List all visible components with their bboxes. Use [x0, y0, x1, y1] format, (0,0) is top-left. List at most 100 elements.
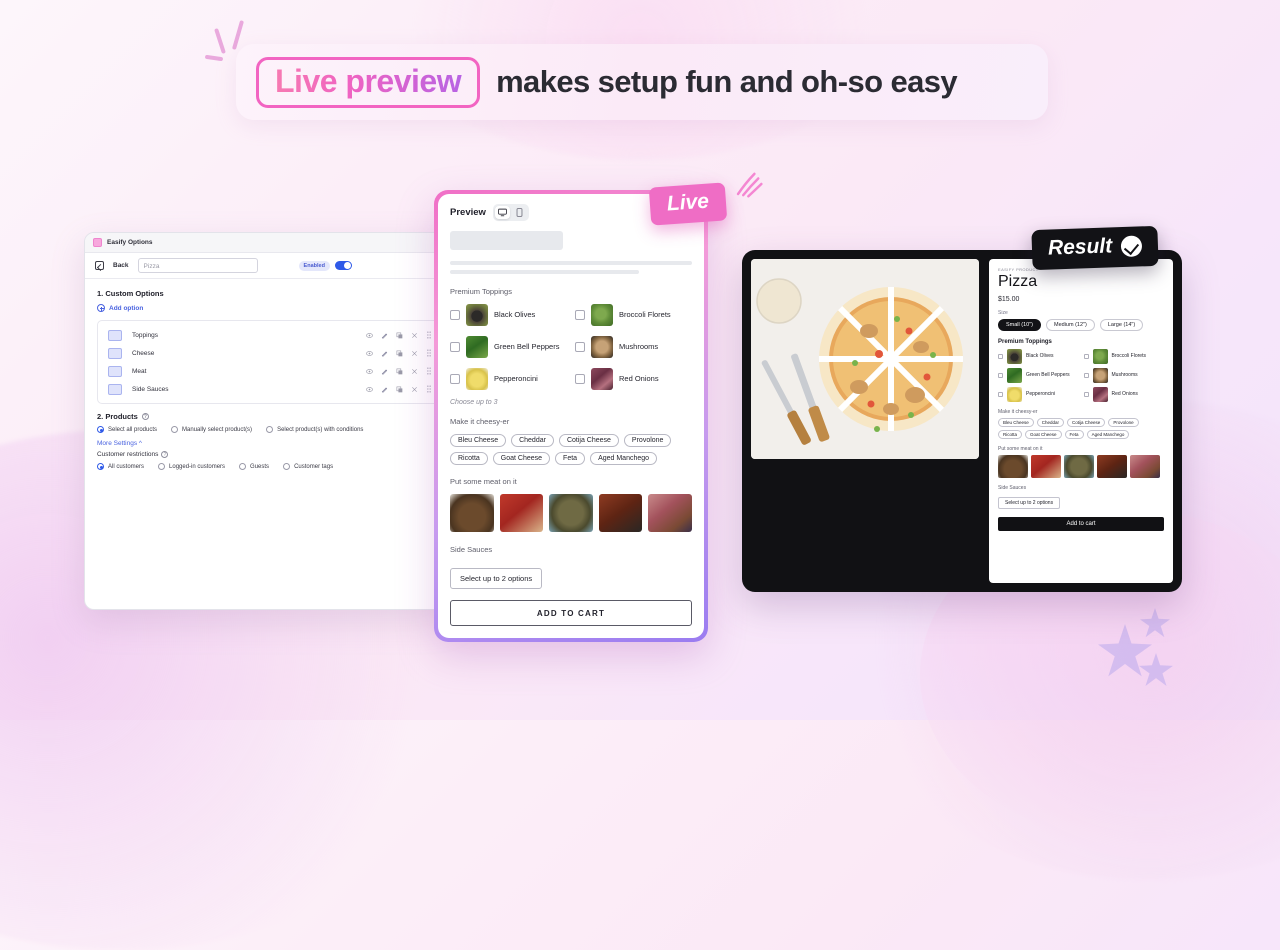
- topping-option[interactable]: Green Bell Peppers: [450, 336, 567, 358]
- meat-option[interactable]: [598, 494, 643, 532]
- result-cheese-pill[interactable]: Provolone: [1108, 417, 1139, 427]
- back-icon[interactable]: [95, 261, 104, 270]
- customer-restriction-radio[interactable]: Logged-in customers: [158, 463, 225, 470]
- option-row[interactable]: Toppings: [98, 326, 442, 344]
- cheese-pill[interactable]: Bleu Cheese: [450, 434, 507, 447]
- drag-handle-icon[interactable]: [426, 367, 432, 375]
- close-icon[interactable]: [411, 386, 418, 393]
- result-topping-option[interactable]: Pepperoncini: [998, 386, 1079, 402]
- product-scope-radio[interactable]: Select product(s) with conditions: [266, 426, 363, 433]
- duplicate-icon[interactable]: [396, 368, 403, 375]
- result-topping-option[interactable]: Mushrooms: [1083, 367, 1165, 383]
- duplicate-icon[interactable]: [396, 386, 403, 393]
- pencil-icon[interactable]: [381, 332, 388, 339]
- product-name-input[interactable]: Pizza: [137, 258, 258, 273]
- pencil-icon[interactable]: [381, 350, 388, 357]
- product-scope-radio[interactable]: Manually select product(s): [171, 426, 252, 433]
- radio-button[interactable]: [266, 426, 274, 433]
- customer-restriction-radio[interactable]: Customer tags: [283, 463, 333, 470]
- duplicate-icon[interactable]: [396, 350, 403, 357]
- product-scope-radio[interactable]: Select all products: [97, 426, 157, 433]
- add-option-button[interactable]: Add option: [97, 304, 443, 312]
- radio-button[interactable]: [239, 463, 247, 470]
- radio-button[interactable]: [158, 463, 166, 470]
- result-cheese-pill[interactable]: Cheddar: [1036, 417, 1065, 427]
- option-row[interactable]: Side Sauces: [98, 380, 442, 398]
- result-topping-checkbox[interactable]: [1083, 391, 1089, 397]
- result-meat-option[interactable]: [1130, 454, 1160, 478]
- radio-button[interactable]: [97, 426, 104, 433]
- topping-checkbox[interactable]: [450, 310, 460, 320]
- result-cheese-pill[interactable]: Ricotta: [998, 429, 1023, 439]
- result-sauces-select[interactable]: Select up to 2 options: [998, 496, 1061, 509]
- duplicate-icon[interactable]: [396, 332, 403, 339]
- result-topping-checkbox[interactable]: [998, 391, 1003, 397]
- cheese-pill[interactable]: Feta: [555, 452, 586, 465]
- result-cheese-pill[interactable]: Goat Cheese: [1025, 429, 1062, 439]
- meat-option[interactable]: [648, 494, 692, 532]
- mobile-icon[interactable]: [512, 206, 527, 219]
- enabled-control[interactable]: Enabled: [298, 260, 352, 271]
- eye-icon[interactable]: [366, 350, 373, 357]
- cheese-pill[interactable]: Ricotta: [450, 452, 488, 465]
- result-topping-option[interactable]: Black Olives: [998, 348, 1079, 364]
- topping-checkbox[interactable]: [575, 310, 585, 320]
- back-button[interactable]: Back: [113, 262, 129, 269]
- device-toggle[interactable]: [492, 204, 529, 221]
- meat-option[interactable]: [549, 494, 593, 532]
- size-option[interactable]: Small (10"): [998, 318, 1042, 331]
- result-topping-option[interactable]: Red Onions: [1083, 386, 1165, 402]
- radio-button[interactable]: [283, 463, 291, 470]
- info-icon[interactable]: ?: [161, 451, 169, 458]
- cheese-pill[interactable]: Cheddar: [511, 434, 554, 447]
- result-topping-checkbox[interactable]: [1083, 353, 1089, 359]
- result-topping-checkbox[interactable]: [998, 372, 1003, 378]
- cheese-pill[interactable]: Provolone: [623, 434, 672, 447]
- topping-option[interactable]: Red Onions: [575, 368, 692, 390]
- result-meat-option[interactable]: [998, 454, 1028, 478]
- drag-handle-icon[interactable]: [426, 349, 432, 357]
- preview-sauces-select[interactable]: Select up to 2 options: [450, 568, 543, 589]
- eye-icon[interactable]: [366, 386, 373, 393]
- close-icon[interactable]: [411, 350, 418, 357]
- option-row[interactable]: Cheese: [98, 344, 442, 362]
- result-cheese-pill[interactable]: Aged Manchego: [1086, 429, 1130, 439]
- result-topping-checkbox[interactable]: [1083, 372, 1089, 378]
- cheese-pill[interactable]: Cotija Cheese: [558, 434, 619, 447]
- result-cheese-pill[interactable]: Cotija Cheese: [1067, 417, 1106, 427]
- customer-restriction-radio[interactable]: All customers: [97, 463, 144, 470]
- topping-checkbox[interactable]: [450, 374, 460, 384]
- pencil-icon[interactable]: [381, 386, 388, 393]
- topping-option[interactable]: Black Olives: [450, 304, 567, 326]
- result-topping-checkbox[interactable]: [998, 353, 1003, 359]
- topping-checkbox[interactable]: [575, 342, 585, 352]
- size-option[interactable]: Large (14"): [1099, 318, 1144, 331]
- result-cheese-pill[interactable]: Feta: [1064, 429, 1084, 439]
- result-meat-option[interactable]: [1064, 454, 1094, 478]
- topping-checkbox[interactable]: [450, 342, 460, 352]
- drag-handle-icon[interactable]: [426, 331, 432, 339]
- size-option[interactable]: Medium (12"): [1046, 318, 1095, 331]
- info-icon[interactable]: ?: [141, 413, 149, 420]
- result-meat-option[interactable]: [1097, 454, 1127, 478]
- eye-icon[interactable]: [366, 332, 373, 339]
- cheese-pill[interactable]: Goat Cheese: [492, 452, 551, 465]
- result-meat-option[interactable]: [1031, 454, 1061, 478]
- cheese-pill[interactable]: Aged Manchego: [590, 452, 658, 465]
- eye-icon[interactable]: [366, 368, 373, 375]
- result-cheese-pill[interactable]: Bleu Cheese: [998, 417, 1034, 427]
- meat-option[interactable]: [450, 494, 494, 532]
- desktop-icon[interactable]: [494, 206, 510, 219]
- topping-checkbox[interactable]: [575, 374, 585, 384]
- result-add-to-cart-button[interactable]: Add to cart: [998, 516, 1164, 531]
- customer-restriction-radio[interactable]: Guests: [239, 463, 269, 470]
- radio-button[interactable]: [171, 426, 179, 433]
- drag-handle-icon[interactable]: [426, 385, 432, 393]
- result-topping-option[interactable]: Green Bell Peppers: [998, 367, 1079, 383]
- option-row[interactable]: Meat: [98, 362, 442, 380]
- radio-button[interactable]: [97, 463, 104, 470]
- meat-option[interactable]: [499, 494, 544, 532]
- more-settings-toggle[interactable]: More Settings ^: [97, 440, 443, 447]
- topping-option[interactable]: Mushrooms: [575, 336, 692, 358]
- close-icon[interactable]: [411, 368, 418, 375]
